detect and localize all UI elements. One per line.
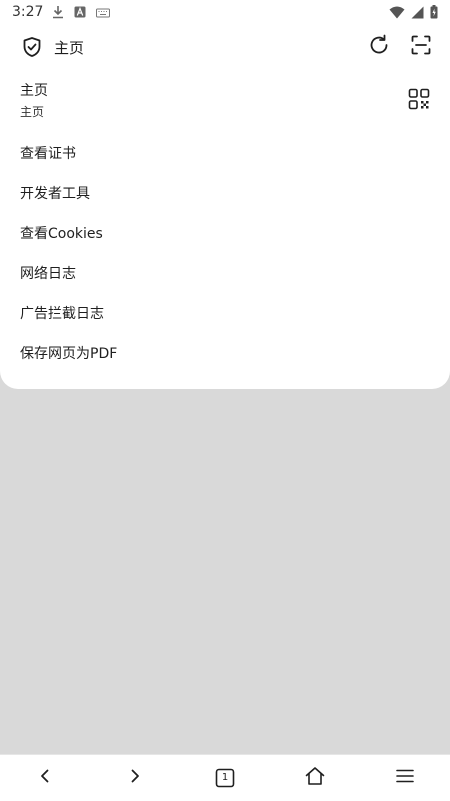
tabs-button[interactable]: 1 <box>211 765 239 791</box>
download-icon <box>52 5 64 23</box>
status-bar: 3:27 <box>0 0 450 24</box>
tab-count: 1 <box>221 772 229 783</box>
keyboard-icon <box>96 6 110 22</box>
menu-button[interactable] <box>391 765 419 791</box>
tabs-icon: 1 <box>215 768 235 788</box>
wifi-icon <box>389 6 405 23</box>
page-url: 主页 <box>20 105 45 119</box>
bottom-nav: 1 <box>0 754 450 801</box>
forward-icon <box>125 766 145 790</box>
status-time: 3:27 <box>12 4 44 20</box>
back-icon <box>35 766 55 790</box>
qr-code-icon <box>408 88 430 114</box>
menu-item-network-log[interactable]: 网络日志 <box>0 254 450 294</box>
shield-check-icon[interactable] <box>20 35 44 59</box>
menu-icon <box>395 766 415 790</box>
page-info: 主页 主页 <box>20 80 48 120</box>
back-button[interactable] <box>31 765 59 791</box>
scan-button[interactable] <box>408 34 434 60</box>
battery-icon <box>430 5 438 23</box>
forward-button[interactable] <box>121 765 149 791</box>
home-button[interactable] <box>301 765 329 791</box>
menu-item-save-pdf[interactable]: 保存网页为PDF <box>0 334 450 374</box>
signal-icon <box>411 6 424 23</box>
page-menu: 查看证书 开发者工具 查看Cookies 网络日志 广告拦截日志 保存网页为PD… <box>0 134 450 374</box>
refresh-icon <box>367 33 391 61</box>
a-box-icon <box>74 6 86 22</box>
qr-code-button[interactable] <box>408 88 430 110</box>
menu-item-developer-tools[interactable]: 开发者工具 <box>0 174 450 214</box>
menu-item-view-cookies[interactable]: 查看Cookies <box>0 214 450 254</box>
refresh-button[interactable] <box>366 34 392 60</box>
menu-item-adblock-log[interactable]: 广告拦截日志 <box>0 294 450 334</box>
page-title: 主页 <box>20 83 48 99</box>
scan-icon <box>409 33 433 61</box>
home-icon <box>304 765 326 791</box>
toolbar-title[interactable]: 主页 <box>54 37 84 58</box>
top-toolbar: 主页 <box>0 28 450 66</box>
menu-item-view-certificate[interactable]: 查看证书 <box>0 134 450 174</box>
